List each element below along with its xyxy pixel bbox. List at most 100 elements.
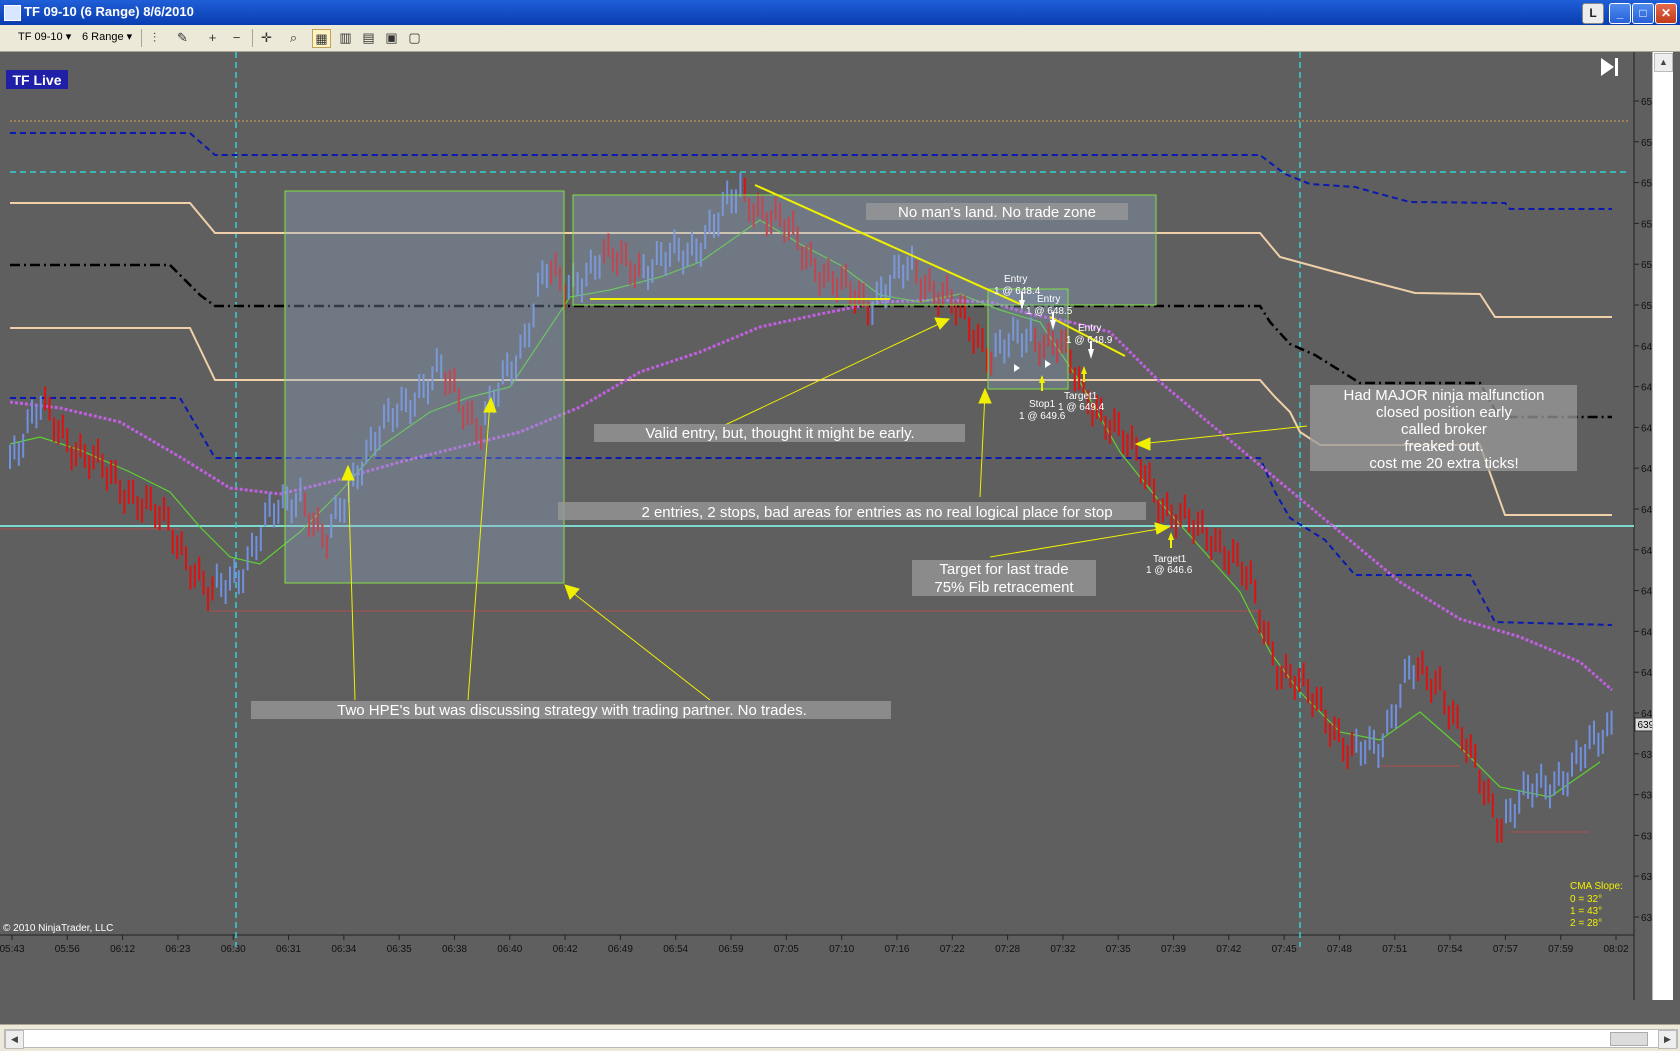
time-tick-label: 07:22 — [940, 944, 965, 955]
scroll-up-icon[interactable]: ▲ — [1654, 53, 1673, 72]
price-tick-label: 635.0 — [1641, 913, 1652, 924]
time-tick-label: 08:02 — [1603, 944, 1628, 955]
last-price-marker: 639.7 — [1637, 720, 1652, 731]
entry-marker-1-price: 1 @ 648.4 — [994, 286, 1041, 297]
time-tick-label: 07:57 — [1493, 944, 1518, 955]
app-icon — [4, 5, 21, 21]
entry-marker-2-label: Entry — [1037, 294, 1060, 305]
time-tick-label: 07:42 — [1216, 944, 1241, 955]
entry-marker-3-label: Entry — [1078, 323, 1101, 334]
price-tick-label: 652.0 — [1641, 219, 1652, 230]
price-tick-label: 636.0 — [1641, 872, 1652, 883]
zoom-in-icon[interactable]: + — [204, 29, 221, 46]
instrument-selector[interactable]: TF 09-10 ▾ — [18, 28, 71, 47]
close-button[interactable]: ✕ — [1655, 3, 1677, 24]
time-tick-label: 07:45 — [1272, 944, 1297, 955]
price-tick-label: 643.0 — [1641, 587, 1652, 598]
horizontal-scrollbar[interactable]: ◀ ▶ — [0, 1024, 1680, 1051]
entry-marker-3-price: 1 @ 648.9 — [1066, 335, 1113, 346]
cma-slope-2: 2 = 28° — [1570, 918, 1602, 929]
time-tick-label: 05:56 — [55, 944, 80, 955]
vertical-scrollbar[interactable]: ▲ — [1652, 52, 1673, 1000]
time-tick-label: 07:28 — [995, 944, 1020, 955]
properties-icon[interactable]: ▣ — [383, 29, 400, 46]
time-tick-label: 05:43 — [0, 944, 25, 955]
time-tick-label: 07:51 — [1382, 944, 1407, 955]
time-tick-label: 06:42 — [553, 944, 578, 955]
malfunction-line3: called broker — [1401, 421, 1487, 438]
price-tick-label: 637.0 — [1641, 831, 1652, 842]
time-tick-label: 06:30 — [221, 944, 246, 955]
price-tick-label: 639.0 — [1641, 750, 1652, 761]
panel-icon[interactable]: ▢ — [406, 29, 423, 46]
minimize-button[interactable]: _ — [1609, 3, 1631, 24]
entry-marker-1-label: Entry — [1004, 274, 1027, 285]
malfunction-line1: Had MAJOR ninja malfunction — [1344, 387, 1545, 404]
time-tick-label: 06:49 — [608, 944, 633, 955]
link-button[interactable]: L — [1582, 3, 1604, 24]
valid-entry-annotation: Valid entry, but, thought it might be ea… — [645, 425, 914, 442]
time-tick-label: 07:48 — [1327, 944, 1352, 955]
time-tick-label: 07:59 — [1548, 944, 1573, 955]
price-tick-label: 644.0 — [1641, 546, 1652, 557]
price-tick-label: 650.0 — [1641, 301, 1652, 312]
time-tick-label: 06:54 — [663, 944, 688, 955]
indicators-icon[interactable]: ▥ — [337, 29, 354, 46]
bar-type-icon[interactable]: ⫶ — [146, 29, 163, 46]
time-tick-label: 07:35 — [1106, 944, 1131, 955]
time-tick-label: 06:12 — [110, 944, 135, 955]
target-marker-1-price: 1 @ 649.4 — [1058, 402, 1105, 413]
time-tick-label: 07:10 — [829, 944, 854, 955]
magnifier-icon[interactable]: ⌕ — [285, 29, 302, 46]
price-tick-label: 655.0 — [1641, 97, 1652, 108]
price-tick-label: 651.0 — [1641, 260, 1652, 271]
target-marker-1-label: Target1 — [1064, 391, 1098, 402]
period-selector[interactable]: 6 Range ▾ — [82, 28, 132, 47]
price-tick-label: 654.0 — [1641, 138, 1652, 149]
time-tick-label: 07:54 — [1438, 944, 1463, 955]
malfunction-line5: cost me 20 extra ticks! — [1369, 455, 1518, 472]
window-title: TF 09-10 (6 Range) 8/6/2010 — [24, 4, 194, 19]
stop-marker-label: Stop1 — [1029, 399, 1056, 410]
time-tick-label: 06:59 — [719, 944, 744, 955]
crosshair-icon[interactable]: ✛ — [258, 29, 275, 46]
price-tick-label: 645.0 — [1641, 505, 1652, 516]
target-annotation-line2: 75% Fib retracement — [934, 579, 1074, 596]
cma-slope-title: CMA Slope: — [1570, 881, 1623, 892]
chart-toolbar: TF 09-10 ▾ 6 Range ▾ ⫶ ✎ + − ✛ ⌕ ▦ ▥ ▤ ▣… — [0, 25, 1680, 52]
time-tick-label: 06:34 — [331, 944, 356, 955]
strategies-icon[interactable]: ▤ — [360, 29, 377, 46]
scrollbar-thumb[interactable] — [1610, 1032, 1648, 1046]
time-tick-label: 06:35 — [387, 944, 412, 955]
price-tick-label: 638.0 — [1641, 791, 1652, 802]
time-tick-label: 07:39 — [1161, 944, 1186, 955]
target-marker-2-price: 1 @ 646.6 — [1146, 565, 1193, 576]
price-tick-label: 653.0 — [1641, 179, 1652, 190]
time-tick-label: 06:31 — [276, 944, 301, 955]
price-chart-canvas: 655.0 654.0 653.0 652.0 651.0 650.0 649.0 648.0… — [0, 52, 1666, 1000]
pencil-icon[interactable]: ✎ — [174, 29, 191, 46]
time-tick-label: 07:32 — [1050, 944, 1075, 955]
scroll-left-icon[interactable]: ◀ — [5, 1030, 24, 1049]
price-tick-label: 648.0 — [1641, 383, 1652, 394]
target-marker-2-label: Target1 — [1153, 554, 1187, 565]
window-titlebar: TF 09-10 (6 Range) 8/6/2010 L _ □ ✕ — [0, 0, 1680, 25]
price-chart[interactable]: 655.0 654.0 653.0 652.0 651.0 650.0 649.0 648.0… — [0, 52, 1673, 1000]
price-tick-label: 642.0 — [1641, 627, 1652, 638]
scroll-right-icon[interactable]: ▶ — [1658, 1030, 1677, 1049]
time-tick-label: 07:05 — [774, 944, 799, 955]
time-tick-label: 07:16 — [884, 944, 909, 955]
cma-slope-1: 1 = 43° — [1570, 906, 1602, 917]
no-mans-land-annotation: No man's land. No trade zone — [898, 204, 1096, 221]
copyright-text: © 2010 NinjaTrader, LLC — [3, 923, 113, 934]
price-tick-label: 647.0 — [1641, 423, 1652, 434]
zoom-out-icon[interactable]: − — [228, 29, 245, 46]
time-tick-label: 06:40 — [497, 944, 522, 955]
data-box-icon[interactable]: ▦ — [312, 29, 331, 48]
price-tick-label: 641.0 — [1641, 668, 1652, 679]
maximize-button[interactable]: □ — [1632, 3, 1654, 24]
two-entries-annotation: 2 entries, 2 stops, bad areas for entrie… — [641, 504, 1112, 521]
price-tick-label: 646.0 — [1641, 464, 1652, 475]
two-hpe-annotation: Two HPE's but was discussing strategy wi… — [337, 702, 807, 719]
target-annotation-line1: Target for last trade — [939, 561, 1068, 578]
